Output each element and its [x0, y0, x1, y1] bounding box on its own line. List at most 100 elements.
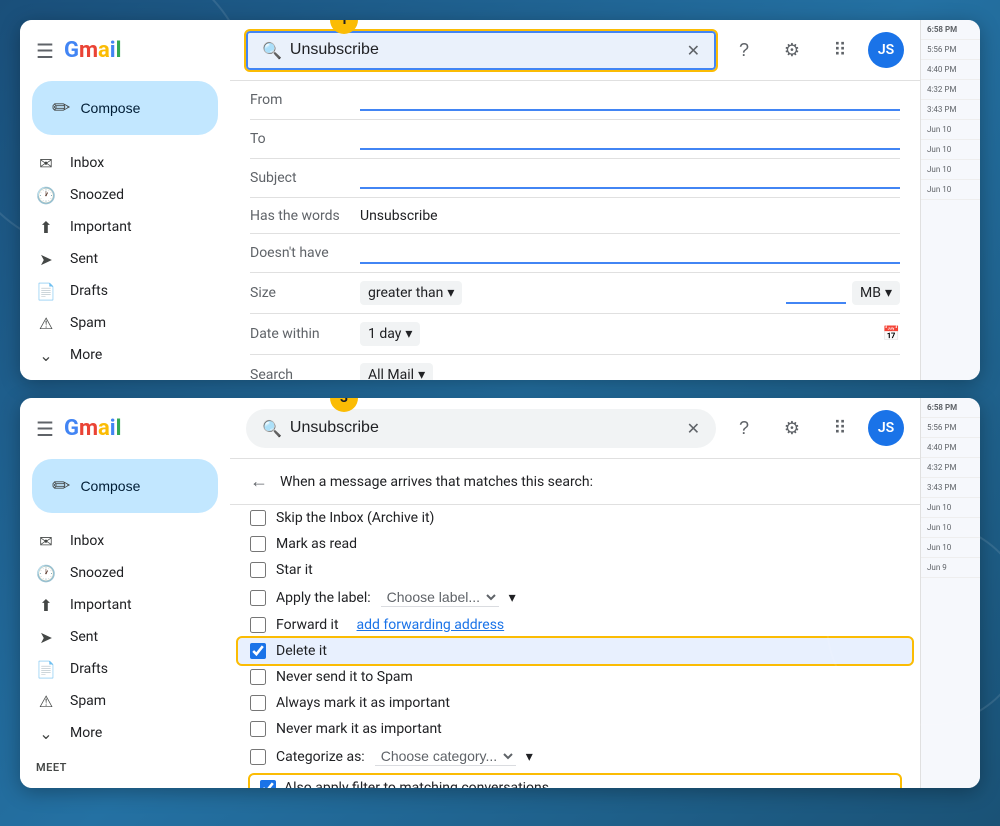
sidebar-item-drafts-1[interactable]: 📄 Drafts — [20, 275, 218, 307]
search-box-2[interactable]: 🔍 ✕ — [246, 409, 716, 448]
sidebar-item-inbox-2[interactable]: ✉ Inbox — [20, 525, 218, 557]
sidebar-1: ☰ Gmail ✏ Compose ✉ Inbox 🕐 Snoozed — [20, 20, 230, 380]
search-icon-2: 🔍 — [262, 419, 282, 438]
sidebar-item-inbox-1[interactable]: ✉ Inbox — [20, 147, 218, 179]
help-button-1[interactable]: ? — [724, 30, 764, 70]
email-time-2: 5:56 PM — [927, 45, 974, 54]
apps-button-2[interactable]: ⠿ — [820, 408, 860, 448]
search-clear-2[interactable]: ✕ — [687, 419, 700, 438]
top-icons-1: ? ⚙ ⠿ JS — [724, 30, 904, 70]
compose-label-1: Compose — [80, 100, 140, 116]
email2-time-8: Jun 10 — [927, 543, 974, 552]
to-label: To — [250, 131, 360, 147]
doesnthave-input[interactable] — [360, 242, 900, 264]
skip-inbox-checkbox[interactable] — [250, 510, 266, 526]
never-spam-checkbox[interactable] — [250, 669, 266, 685]
sidebar-item-snoozed-2[interactable]: 🕐 Snoozed — [20, 557, 218, 589]
spam-icon-1: ⚠ — [36, 314, 56, 333]
email-item-6: Jun 10 — [921, 120, 980, 140]
sidebar-item-spam-2[interactable]: ⚠ Spam — [20, 685, 218, 717]
never-important-checkbox[interactable] — [250, 721, 266, 737]
sidebar-item-snoozed-1[interactable]: 🕐 Snoozed — [20, 179, 218, 211]
search-scope-select[interactable]: All Mail ▾ — [360, 363, 433, 380]
email-item-4: 4:32 PM — [921, 80, 980, 100]
categorize-row: Categorize as: Choose category... ▾ — [230, 742, 920, 771]
important-icon-1: ⬆ — [36, 218, 56, 237]
star-it-checkbox[interactable] — [250, 562, 266, 578]
apply-label-checkbox[interactable] — [250, 590, 266, 606]
sidebar-item-drafts-2[interactable]: 📄 Drafts — [20, 653, 218, 685]
calendar-icon[interactable]: 📅 — [883, 326, 900, 342]
email2-time-6: Jun 10 — [927, 503, 974, 512]
search-clear-1[interactable]: ✕ — [687, 41, 700, 60]
datewithin-chevron-icon: ▾ — [405, 326, 412, 342]
hamburger-icon-2[interactable]: ☰ — [36, 417, 54, 441]
panel-1: 1 ☰ Gmail ✏ Compose ✉ Inbox 🕐 — [20, 20, 980, 380]
apps-button-1[interactable]: ⠿ — [820, 30, 860, 70]
settings-button-1[interactable]: ⚙ — [772, 30, 812, 70]
search-scope-chevron-icon: ▾ — [418, 367, 425, 380]
sidebar-item-important-1[interactable]: ⬆ Important — [20, 211, 218, 243]
meet-title-1: Meet — [20, 379, 230, 380]
sidebar-item-important-2[interactable]: ⬆ Important — [20, 589, 218, 621]
size-value: greater than — [368, 285, 443, 301]
back-arrow-icon[interactable]: ← — [250, 471, 268, 492]
mb-input[interactable] — [786, 282, 846, 304]
also-apply-label[interactable]: Also apply filter to matching conversati… — [260, 780, 890, 788]
gmail-logo: Gmail — [64, 38, 122, 63]
email2-item-8: Jun 10 — [921, 538, 980, 558]
content-area-2: 🔍 ✕ ? ⚙ ⠿ JS ← When a message arrives th… — [230, 398, 920, 788]
compose-button-2[interactable]: ✏ Compose — [32, 459, 218, 513]
search-input-1[interactable] — [290, 41, 679, 59]
subject-input[interactable] — [360, 167, 900, 189]
add-forwarding-link[interactable]: add forwarding address — [357, 617, 505, 633]
label-select[interactable]: Choose label... — [381, 588, 499, 607]
categorize-checkbox[interactable] — [250, 749, 266, 765]
email-time-9: Jun 10 — [927, 185, 974, 194]
size-chevron-icon: ▾ — [447, 285, 454, 301]
help-button-2[interactable]: ? — [724, 408, 764, 448]
from-label: From — [250, 92, 360, 108]
doesnthave-label: Doesn't have — [250, 245, 360, 261]
sidebar-item-sent-1[interactable]: ➤ Sent — [20, 243, 218, 275]
also-apply-checkbox[interactable] — [260, 780, 276, 788]
never-spam-row: Never send it to Spam — [230, 664, 920, 690]
size-select[interactable]: greater than ▾ — [360, 281, 462, 305]
avatar-1[interactable]: JS — [868, 32, 904, 68]
to-input[interactable] — [360, 128, 900, 150]
filter-row-doesnthave: Doesn't have — [250, 234, 900, 273]
skip-inbox-label: Skip the Inbox (Archive it) — [276, 510, 434, 526]
start-meeting-2[interactable]: 📹 Start a meeting — [20, 780, 230, 788]
mark-as-read-checkbox[interactable] — [250, 536, 266, 552]
email2-time-3: 4:40 PM — [927, 443, 974, 452]
settings-button-2[interactable]: ⚙ — [772, 408, 812, 448]
filter-steps-text: When a message arrives that matches this… — [280, 474, 593, 490]
hamburger-icon[interactable]: ☰ — [36, 39, 54, 63]
drafts-label-2: Drafts — [70, 661, 108, 677]
sidebar-item-more-1[interactable]: ⌄ More — [20, 339, 218, 371]
compose-button-1[interactable]: ✏ Compose — [32, 81, 218, 135]
from-input[interactable] — [360, 89, 900, 111]
search-input-2[interactable] — [290, 419, 679, 437]
always-important-checkbox[interactable] — [250, 695, 266, 711]
subject-label: Subject — [250, 170, 360, 186]
cat-chevron-icon: ▾ — [526, 749, 533, 765]
category-select[interactable]: Choose category... — [375, 747, 516, 766]
email2-time-5: 3:43 PM — [927, 483, 974, 492]
sidebar-item-more-2[interactable]: ⌄ More — [20, 717, 218, 749]
delete-it-checkbox[interactable] — [250, 643, 266, 659]
datewithin-select[interactable]: 1 day ▾ — [360, 322, 420, 346]
sidebar-item-spam-1[interactable]: ⚠ Spam — [20, 307, 218, 339]
forward-it-checkbox[interactable] — [250, 617, 266, 633]
email-item-5: 3:43 PM — [921, 100, 980, 120]
datewithin-label: Date within — [250, 326, 360, 342]
more-icon-1: ⌄ — [36, 346, 56, 365]
search-box-1[interactable]: 🔍 ✕ — [246, 31, 716, 70]
email2-time-4: 4:32 PM — [927, 463, 974, 472]
mb-select[interactable]: MB ▾ — [852, 281, 900, 305]
sidebar-item-sent-2[interactable]: ➤ Sent — [20, 621, 218, 653]
email2-item-9: Jun 9 — [921, 558, 980, 578]
email-time-1: 6:58 PM — [927, 25, 974, 34]
avatar-2[interactable]: JS — [868, 410, 904, 446]
important-label-2: Important — [70, 597, 132, 613]
